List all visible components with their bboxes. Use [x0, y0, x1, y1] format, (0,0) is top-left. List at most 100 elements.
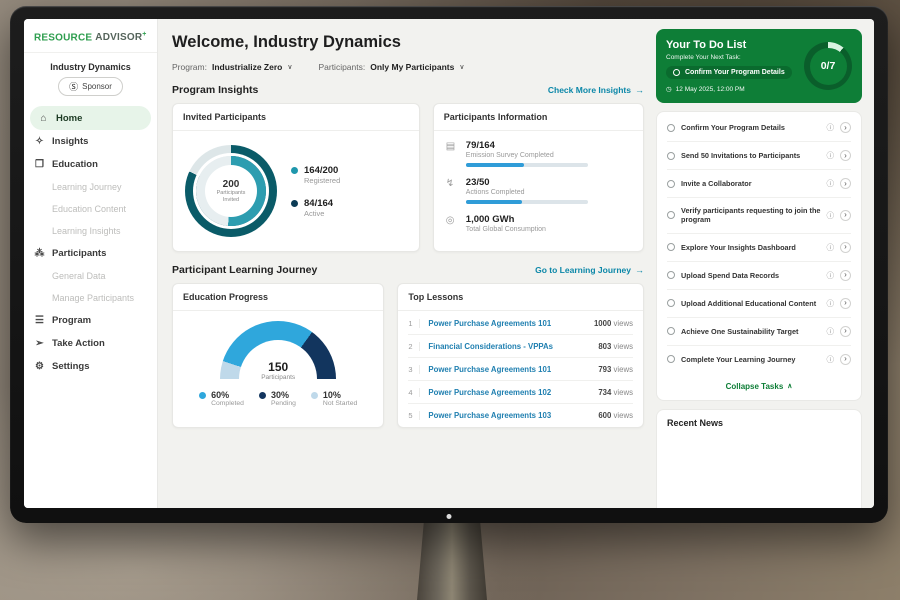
task-checkbox[interactable] — [667, 299, 675, 307]
legend-dot — [311, 392, 318, 399]
lesson-link[interactable]: Power Purchase Agreements 101 — [428, 365, 590, 374]
task-checkbox[interactable] — [667, 327, 675, 335]
sidebar-item-label: Manage Participants — [52, 293, 134, 303]
go-to-learning-journey-link[interactable]: Go to Learning Journey → — [535, 265, 644, 275]
info-icon[interactable]: ⓘ — [827, 242, 835, 253]
donut-center-label: Participants Invited — [210, 190, 252, 204]
task-checkbox[interactable] — [667, 180, 675, 188]
task-label: Achieve One Sustainability Target — [681, 327, 821, 336]
todo-progress-value: 0/7 — [810, 48, 847, 85]
task-checkbox[interactable] — [667, 271, 675, 279]
task-row[interactable]: Upload Additional Educational Content ⓘ … — [667, 290, 851, 318]
info-row-emission-survey: ▤ 79/164 Emission Survey Completed — [446, 140, 631, 167]
views-unit: views — [611, 411, 633, 420]
info-row-consumption: ◎ 1,000 GWh Total Global Consumption — [446, 214, 631, 237]
legend-item-completed: 60% Completed — [199, 390, 244, 407]
legend-value: 30% — [271, 390, 296, 400]
task-row[interactable]: Complete Your Learning Journey ⓘ › — [667, 346, 851, 373]
sidebar-item-program[interactable]: ☰Program — [24, 309, 157, 332]
legend-item-registered: 164/200 Registered — [291, 165, 340, 185]
sidebar-item-learning-insights[interactable]: Learning Insights — [24, 220, 157, 242]
sidebar-item-participants[interactable]: ⁂Participants — [24, 242, 157, 265]
brand-logo: RESOURCEADVISOR+ — [24, 29, 157, 53]
info-icon[interactable]: ⓘ — [827, 210, 835, 221]
task-label: Upload Spend Data Records — [681, 271, 821, 280]
views-count: 793 — [598, 365, 611, 374]
task-row[interactable]: Send 50 Invitations to Participants ⓘ › — [667, 142, 851, 170]
participants-info-body: ▤ 79/164 Emission Survey Completed ↯ — [434, 131, 643, 246]
participants-filter[interactable]: Participants: Only My Participants ∨ — [318, 62, 464, 72]
sidebar-item-home[interactable]: ⌂Home — [30, 106, 151, 130]
chevron-right-icon[interactable]: › — [840, 298, 851, 309]
link-label: Check More Insights — [548, 85, 631, 95]
sidebar-item-education[interactable]: ❐Education — [24, 153, 157, 176]
info-icon[interactable]: ⓘ — [827, 122, 835, 133]
info-icon[interactable]: ⓘ — [827, 326, 835, 337]
chevron-right-icon[interactable]: › — [840, 242, 851, 253]
info-icon[interactable]: ⓘ — [827, 178, 835, 189]
task-row[interactable]: Invite a Collaborator ⓘ › — [667, 170, 851, 198]
program-filter[interactable]: Program: Industrialize Zero ∨ — [172, 62, 292, 72]
info-icon[interactable]: ⓘ — [827, 298, 835, 309]
task-row[interactable]: Verify participants requesting to join t… — [667, 198, 851, 234]
chevron-right-icon[interactable]: › — [840, 326, 851, 337]
views-count: 600 — [598, 411, 611, 420]
chevron-right-icon[interactable]: › — [840, 210, 851, 221]
task-row[interactable]: Confirm Your Program Details ⓘ › — [667, 114, 851, 142]
task-row[interactable]: Upload Spend Data Records ⓘ › — [667, 262, 851, 290]
chevron-right-icon[interactable]: › — [840, 150, 851, 161]
collapse-tasks-link[interactable]: Collapse Tasks ∧ — [667, 373, 851, 396]
card-title: Top Lessons — [398, 284, 643, 311]
progress-fill — [466, 200, 522, 204]
participants-filter-value: Only My Participants — [370, 62, 454, 72]
task-row[interactable]: Explore Your Insights Dashboard ⓘ › — [667, 234, 851, 262]
sidebar-item-settings[interactable]: ⚙Settings — [24, 355, 157, 378]
task-checkbox[interactable] — [667, 211, 675, 219]
task-checkbox[interactable] — [667, 124, 675, 132]
task-checkbox[interactable] — [667, 243, 675, 251]
chevron-right-icon[interactable]: › — [840, 122, 851, 133]
check-more-insights-link[interactable]: Check More Insights → — [548, 85, 644, 95]
gauge-center: 150 Participants — [220, 360, 336, 381]
sidebar-item-general-data[interactable]: General Data — [24, 265, 157, 287]
chevron-right-icon[interactable]: › — [840, 270, 851, 281]
sidebar-item-manage-participants[interactable]: Manage Participants — [24, 287, 157, 309]
list-icon: ☰ — [34, 315, 45, 326]
sidebar-item-learning-journey[interactable]: Learning Journey — [24, 176, 157, 198]
views-count: 734 — [598, 388, 611, 397]
recent-news-title: Recent News — [667, 418, 723, 428]
task-label: Upload Additional Educational Content — [681, 299, 821, 308]
lesson-link[interactable]: Power Purchase Agreements 102 — [428, 388, 590, 397]
lesson-link[interactable]: Power Purchase Agreements 103 — [428, 411, 590, 420]
task-row[interactable]: Achieve One Sustainability Target ⓘ › — [667, 318, 851, 346]
lesson-link[interactable]: Financial Considerations - VPPAs — [428, 342, 590, 351]
program-filter-label: Program: — [172, 62, 207, 72]
info-icon[interactable]: ⓘ — [827, 150, 835, 161]
sponsor-badge[interactable]: Ⓢ Sponsor — [58, 77, 123, 96]
task-label: Explore Your Insights Dashboard — [681, 243, 821, 252]
sidebar-item-label: General Data — [52, 271, 106, 281]
card-title: Invited Participants — [173, 104, 419, 131]
views-count: 1000 — [594, 319, 611, 328]
legend-label: Registered — [304, 176, 340, 185]
sidebar-item-education-content[interactable]: Education Content — [24, 198, 157, 220]
task-checkbox[interactable] — [667, 152, 675, 160]
next-task-chip[interactable]: Confirm Your Program Details — [666, 66, 792, 79]
lesson-link[interactable]: Power Purchase Agreements 101 — [428, 319, 586, 328]
education-legend: 60% Completed 30% Pending — [199, 390, 357, 407]
task-checkbox[interactable] — [667, 355, 675, 363]
info-icon[interactable]: ⓘ — [827, 354, 835, 365]
lesson-views: 734 views — [598, 388, 633, 397]
chevron-right-icon[interactable]: › — [840, 178, 851, 189]
info-value: 1,000 GWh — [466, 214, 546, 225]
todo-progress-ring: 0/7 — [804, 42, 852, 90]
info-icon[interactable]: ⓘ — [827, 270, 835, 281]
action-arrow-icon: ➢ — [34, 338, 45, 349]
todo-subtitle: Complete Your Next Task: — [666, 54, 792, 61]
sidebar-item-take-action[interactable]: ➢Take Action — [24, 332, 157, 355]
chevron-right-icon[interactable]: › — [840, 354, 851, 365]
home-icon: ⌂ — [38, 113, 49, 124]
people-icon: ⁂ — [34, 248, 45, 259]
sidebar-item-insights[interactable]: ✧Insights — [24, 130, 157, 153]
recent-news-card[interactable]: Recent News — [656, 409, 862, 508]
